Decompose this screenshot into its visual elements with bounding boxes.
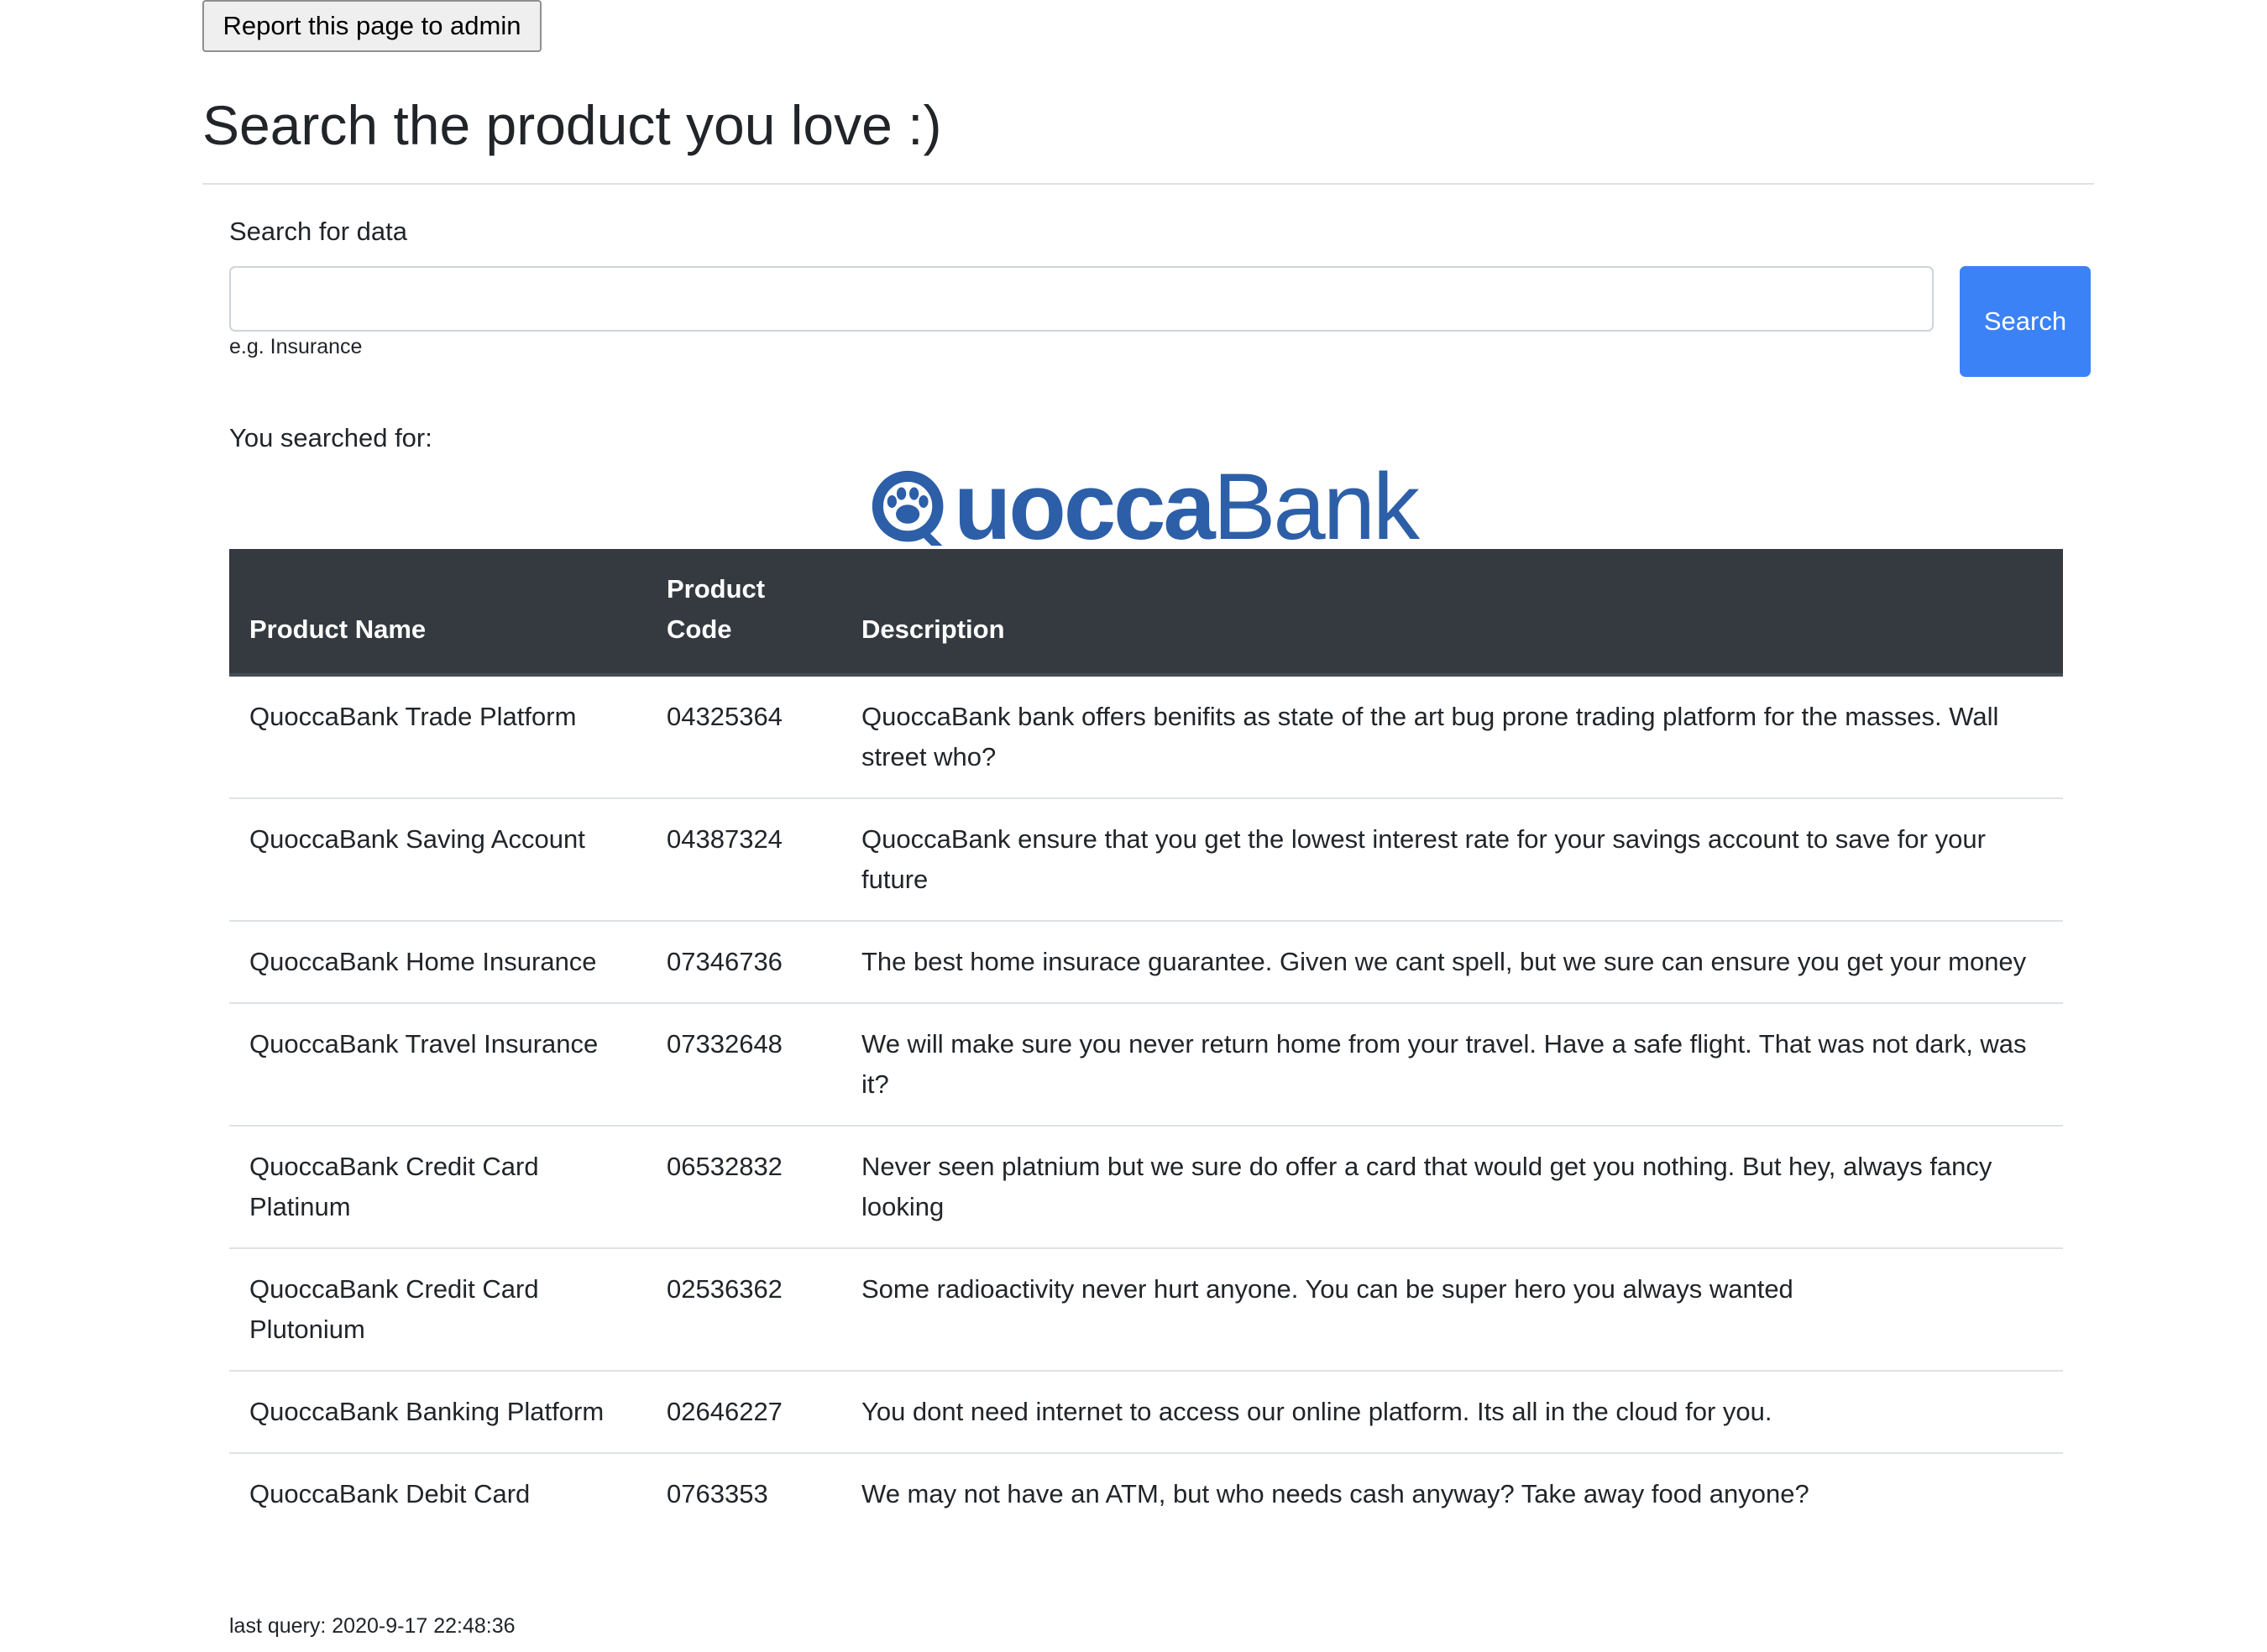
paw-icon (872, 470, 944, 546)
header-product-name: Product Name (229, 549, 647, 677)
search-label: Search for data (229, 217, 407, 246)
product-name-cell: QuoccaBank Travel Insurance (229, 1003, 647, 1127)
product-code-cell: 07332648 (647, 1003, 841, 1127)
product-name-cell: QuoccaBank Debit Card (249, 1479, 531, 1508)
product-description-cell: Some radioactivity never hurt anyone. Yo… (841, 1248, 2063, 1372)
table-row: QuoccaBank Saving Account 04387324 Quocc… (229, 798, 2063, 922)
product-code-cell: 06532832 (647, 1126, 841, 1249)
product-name-cell: QuoccaBank Saving Account (229, 798, 647, 922)
searched-for-label: You searched for: (229, 423, 432, 452)
header-product-code-line1: Product (667, 574, 766, 604)
search-help-text: e.g. Insurance (229, 335, 363, 358)
product-code-cell: 04325364 (647, 675, 841, 799)
product-code-cell: 02646227 (647, 1371, 841, 1454)
product-name-cell: QuoccaBank Banking Platform (229, 1371, 647, 1454)
product-name-cell: QuoccaBank Trade Platform (229, 675, 647, 799)
product-description-cell: We may not have an ATM, but who needs ca… (861, 1479, 1809, 1508)
header-product-code: Product Code (647, 549, 841, 677)
product-description-cell: Never seen platnium but we sure do offer… (841, 1126, 2063, 1249)
header-description: Description (841, 549, 2063, 677)
page: Report this page to admin Search the pro… (0, 0, 2267, 1652)
header-product-code-line2: Code (667, 614, 732, 644)
product-name-cell: QuoccaBank Credit Card Plutonium (229, 1248, 647, 1372)
last-query-timestamp: last query: 2020-9-17 22:48:36 (229, 1614, 516, 1638)
table-header-row: Product Name Product Code Description (229, 549, 2063, 677)
product-code-cell: 04387324 (647, 798, 841, 922)
product-description-cell: You dont need internet to access our onl… (841, 1371, 2063, 1454)
table-row: QuoccaBank Credit Card Platinum 06532832… (229, 1126, 2063, 1249)
quoccabank-logo: uoccaBank (870, 467, 1424, 547)
product-description-cell: QuoccaBank ensure that you get the lowes… (841, 798, 2063, 922)
logo-text-light: Bank (1212, 467, 1420, 547)
table-row: QuoccaBank Travel Insurance 07332648 We … (229, 1003, 2063, 1127)
product-name-cell: QuoccaBank Home Insurance (229, 921, 647, 1004)
divider (202, 183, 2094, 185)
product-code-cell: 07346736 (647, 921, 841, 1004)
table-row: QuoccaBank Debit Card 0763353 We may not… (229, 1453, 2063, 1534)
logo-text-bold: uocca (954, 467, 1216, 547)
table-row: QuoccaBank Credit Card Plutonium 0253636… (229, 1248, 2063, 1372)
product-code-cell: 0763353 (667, 1479, 768, 1508)
table-row: QuoccaBank Home Insurance 07346736 The b… (229, 921, 2063, 1004)
report-to-admin-button[interactable]: Report this page to admin (202, 0, 542, 52)
product-description-cell: The best home insurace guarantee. Given … (841, 921, 2063, 1004)
product-description-cell: QuoccaBank bank offers benifits as state… (841, 675, 2063, 799)
search-input[interactable] (229, 266, 1934, 332)
search-button[interactable]: Search (1960, 266, 2091, 377)
product-name-cell: QuoccaBank Credit Card Platinum (229, 1126, 647, 1249)
product-code-cell: 02536362 (647, 1248, 841, 1372)
product-description-cell: We will make sure you never return home … (841, 1003, 2063, 1127)
logo-wordmark: uoccaBank (954, 467, 1420, 547)
table-row: QuoccaBank Trade Platform 04325364 Quocc… (229, 675, 2063, 799)
page-title: Search the product you love :) (202, 94, 942, 156)
table-row: QuoccaBank Banking Platform 02646227 You… (229, 1371, 2063, 1454)
products-table: Product Name Product Code Description Quo… (229, 549, 2063, 1534)
